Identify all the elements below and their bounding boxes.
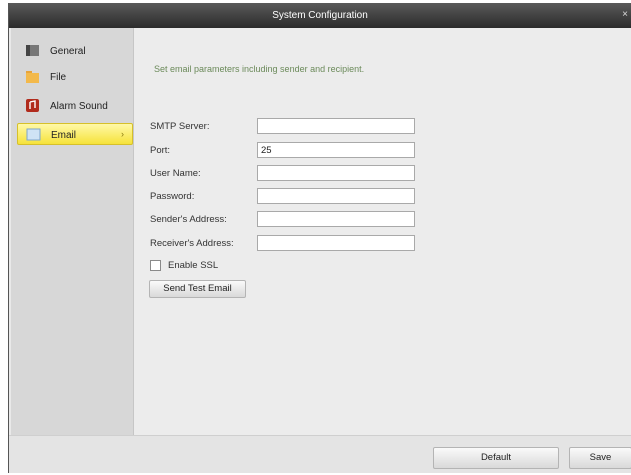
user-name-label: User Name: xyxy=(150,168,201,179)
close-icon[interactable]: × xyxy=(622,9,628,20)
default-button[interactable]: Default xyxy=(433,447,559,469)
receiver-address-label: Receiver's Address: xyxy=(150,238,234,249)
sender-address-label: Sender's Address: xyxy=(150,214,227,225)
enable-ssl-checkbox[interactable] xyxy=(150,260,161,271)
sidebar-item-email[interactable]: Email › xyxy=(17,123,133,145)
save-button[interactable]: Save xyxy=(569,447,631,469)
window-title: System Configuration xyxy=(272,10,368,21)
sidebar-item-label: File xyxy=(50,72,67,83)
sidebar: General File Alarm Sound Email › xyxy=(11,28,134,435)
enable-ssl-label: Enable SSL xyxy=(168,260,219,271)
general-icon xyxy=(25,43,40,58)
alarm-sound-icon xyxy=(25,98,40,113)
sidebar-item-general[interactable]: General xyxy=(17,40,133,62)
smtp-server-label: SMTP Server: xyxy=(150,121,210,132)
folder-icon xyxy=(25,69,40,84)
sidebar-item-label: General xyxy=(50,46,86,57)
title-bar: System Configuration × xyxy=(9,3,631,28)
footer-bar: Default Save xyxy=(9,435,631,473)
email-settings-panel: Set email parameters including sender an… xyxy=(134,28,631,435)
sidebar-item-label: Email xyxy=(51,130,77,141)
sidebar-item-file[interactable]: File xyxy=(17,66,133,88)
email-description: Set email parameters including sender an… xyxy=(154,64,365,74)
chevron-right-icon: › xyxy=(121,129,124,139)
password-label: Password: xyxy=(150,191,195,202)
system-configuration-window: System Configuration × General File Alar… xyxy=(8,3,631,473)
sender-address-input[interactable] xyxy=(257,211,415,227)
sidebar-item-label: Alarm Sound xyxy=(50,101,108,112)
sidebar-item-alarm-sound[interactable]: Alarm Sound xyxy=(17,95,133,117)
send-test-email-button[interactable]: Send Test Email xyxy=(149,280,246,298)
smtp-server-input[interactable] xyxy=(257,118,415,134)
receiver-address-input[interactable] xyxy=(257,235,415,251)
user-name-input[interactable] xyxy=(257,165,415,181)
password-input[interactable] xyxy=(257,188,415,204)
port-label: Port: xyxy=(150,145,171,156)
email-icon xyxy=(26,127,41,142)
port-input[interactable]: 25 xyxy=(257,142,415,158)
